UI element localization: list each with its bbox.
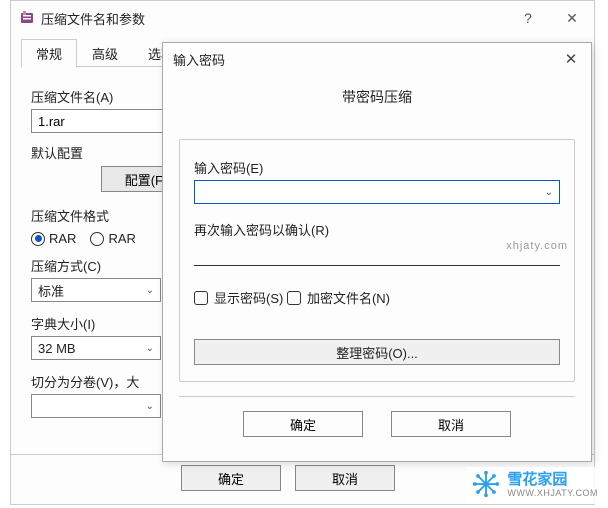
pwd-headline: 带密码压缩 [179, 75, 575, 131]
title-text: 压缩文件名和参数 [41, 9, 145, 28]
chevron-down-icon: ⌄ [146, 343, 154, 354]
pwd-ok-button[interactable]: 确定 [243, 411, 363, 437]
chevron-down-icon: ⌄ [146, 401, 154, 412]
password-dialog: 输入密码 ✕ 带密码压缩 输入密码(E) ⌄ 再次输入密码以确认(R) 显示密码… [162, 42, 592, 462]
format-rar[interactable]: RAR [31, 231, 76, 246]
pwd-close-button[interactable]: ✕ [551, 45, 591, 73]
show-password-checkbox[interactable]: 显示密码(S) [194, 288, 283, 307]
pwd-title-text: 输入密码 [173, 50, 225, 69]
radio-icon [90, 232, 104, 246]
main-ok-button[interactable]: 确定 [181, 465, 281, 491]
format-rar4[interactable]: RAR [90, 231, 135, 246]
checkbox-icon [194, 291, 208, 305]
dict-select[interactable]: 32 MB⌄ [31, 336, 161, 360]
snowflake-icon [471, 469, 501, 502]
pwd-fieldset: 输入密码(E) ⌄ 再次输入密码以确认(R) 显示密码(S) 加密文件名(N) … [179, 139, 575, 382]
pwd-buttons: 确定 取消 [179, 396, 575, 437]
watermark-mid: xhjaty.com [506, 240, 568, 252]
close-button[interactable]: ✕ [550, 3, 594, 33]
radio-icon [31, 232, 45, 246]
titlebar: 压缩文件名和参数 ? ✕ [11, 1, 594, 35]
tab-advanced[interactable]: 高级 [77, 39, 133, 67]
chevron-down-icon: ⌄ [146, 285, 154, 296]
pwd-titlebar: 输入密码 ✕ [163, 43, 591, 75]
watermark-text: 雪花家园 WWW.XHJATY.COM [507, 472, 598, 498]
title-controls: ? ✕ [506, 3, 594, 33]
method-select[interactable]: 标准⌄ [31, 278, 161, 302]
tab-general[interactable]: 常规 [21, 39, 77, 68]
password-confirm-input[interactable] [194, 242, 560, 266]
pwd-body: 带密码压缩 输入密码(E) ⌄ 再次输入密码以确认(R) 显示密码(S) 加密文… [163, 75, 591, 445]
split-select[interactable]: ⌄ [31, 394, 161, 418]
app-icon [19, 10, 35, 26]
encrypt-names-checkbox[interactable]: 加密文件名(N) [287, 288, 390, 307]
pwd-cancel-button[interactable]: 取消 [391, 411, 511, 437]
enter-pwd-label: 输入密码(E) [194, 158, 560, 177]
watermark: 雪花家园 WWW.XHJATY.COM [467, 467, 602, 504]
chevron-down-icon: ⌄ [545, 187, 553, 198]
reenter-pwd-label: 再次输入密码以确认(R) [194, 220, 560, 239]
checkbox-icon [287, 291, 301, 305]
password-input[interactable]: ⌄ [194, 180, 560, 204]
help-button[interactable]: ? [506, 3, 550, 33]
main-cancel-button[interactable]: 取消 [295, 465, 395, 491]
organize-passwords-button[interactable]: 整理密码(O)... [194, 339, 560, 365]
